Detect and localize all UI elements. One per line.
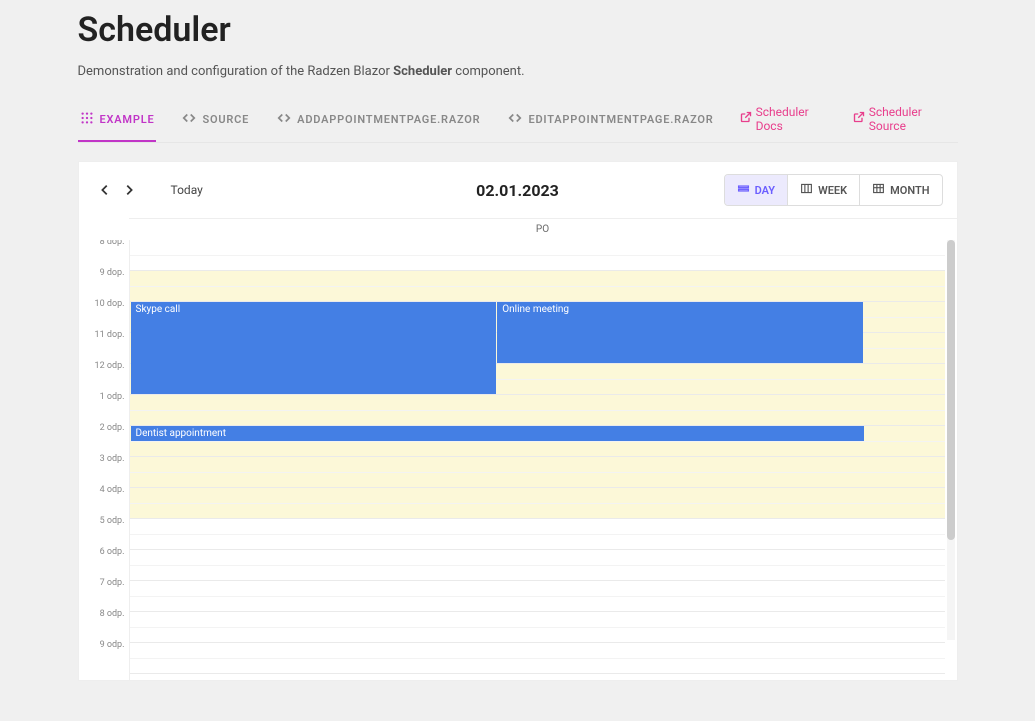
time-slot[interactable] xyxy=(130,519,945,535)
time-label: 6 odp. xyxy=(79,547,125,557)
code-icon xyxy=(182,111,196,128)
external-link-icon xyxy=(853,111,865,126)
tab-addappointmentpage[interactable]: ADDAPPOINTMENTPAGE.RAZOR xyxy=(275,101,482,142)
time-label: 9 odp. xyxy=(79,640,125,650)
grid-body[interactable]: Skype callOnline meeting Dentist appointm… xyxy=(129,240,945,680)
time-label: 3 odp. xyxy=(79,454,125,464)
time-label: 10 dop. xyxy=(79,299,125,309)
day-header: PO xyxy=(129,218,957,240)
time-slot[interactable] xyxy=(130,442,945,458)
today-button[interactable]: Today xyxy=(171,183,203,197)
time-slot[interactable] xyxy=(130,628,945,644)
tab-editappointmentpage[interactable]: EDITAPPOINTMENTPAGE.RAZOR xyxy=(506,101,715,142)
time-label: 12 odp. xyxy=(79,361,125,371)
time-slot[interactable] xyxy=(130,659,945,675)
appointment[interactable]: Dentist appointment xyxy=(131,426,865,441)
tab-source[interactable]: SOURCE xyxy=(180,101,251,142)
page-subtitle: Demonstration and configuration of the R… xyxy=(78,64,958,79)
appointment[interactable]: Online meeting xyxy=(497,302,863,363)
time-slot[interactable] xyxy=(130,504,945,520)
external-link-icon xyxy=(740,111,752,126)
scrollbar[interactable] xyxy=(947,240,955,640)
time-label: 2 odp. xyxy=(79,423,125,433)
scheduler-toolbar: Today 02.01.2023 DAY WEEK xyxy=(79,162,957,218)
view-month-button[interactable]: MONTH xyxy=(859,175,941,205)
view-day-button[interactable]: DAY xyxy=(725,175,788,205)
time-label: 5 odp. xyxy=(79,516,125,526)
time-slot[interactable] xyxy=(130,271,945,287)
time-label: 4 odp. xyxy=(79,485,125,495)
time-slot[interactable] xyxy=(130,643,945,659)
time-slot[interactable] xyxy=(130,488,945,504)
time-slot[interactable] xyxy=(130,411,945,427)
view-week-button[interactable]: WEEK xyxy=(787,175,859,205)
tab-bar: EXAMPLE SOURCE ADDAPPOINTMENTPAGE.RAZOR … xyxy=(78,101,958,143)
time-slot[interactable] xyxy=(130,240,945,256)
time-label: 11 dop. xyxy=(79,330,125,340)
time-label: 7 odp. xyxy=(79,578,125,588)
scheduler-card: Today 02.01.2023 DAY WEEK xyxy=(78,161,958,681)
current-date: 02.01.2023 xyxy=(476,181,559,200)
time-label: 8 dop. xyxy=(79,240,125,247)
time-slot[interactable] xyxy=(130,457,945,473)
time-label: 8 odp. xyxy=(79,609,125,619)
time-slot[interactable] xyxy=(130,256,945,272)
code-icon xyxy=(277,111,291,128)
scheduler-source-link[interactable]: Scheduler Source xyxy=(853,105,958,139)
scrollbar-thumb[interactable] xyxy=(947,240,955,540)
time-label: 9 dop. xyxy=(79,268,125,278)
prev-button[interactable] xyxy=(93,178,117,202)
tab-example[interactable]: EXAMPLE xyxy=(78,101,157,142)
time-slot[interactable] xyxy=(130,581,945,597)
next-button[interactable] xyxy=(117,178,141,202)
appointment[interactable]: Skype call xyxy=(131,302,497,394)
time-slot[interactable] xyxy=(130,566,945,582)
time-label: 1 odp. xyxy=(79,392,125,402)
time-slot[interactable] xyxy=(130,597,945,613)
day-view-icon xyxy=(737,182,750,198)
month-view-icon xyxy=(872,182,885,198)
page-title: Scheduler xyxy=(78,10,958,50)
grid-dots-icon xyxy=(80,111,94,128)
time-slot[interactable] xyxy=(130,395,945,411)
time-column: 8 dop. 9 dop. 10 dop. 11 dop. 12 odp. 1 odp. 2… xyxy=(79,240,129,680)
time-slot[interactable] xyxy=(130,535,945,551)
week-view-icon xyxy=(800,182,813,198)
schedule-grid[interactable]: 8 dop. 9 dop. 10 dop. 11 dop. 12 odp. 1 odp. 2… xyxy=(79,240,957,680)
time-slot[interactable] xyxy=(130,612,945,628)
time-slot[interactable] xyxy=(130,287,945,303)
scheduler-docs-link[interactable]: Scheduler Docs xyxy=(740,105,835,139)
code-icon xyxy=(508,111,522,128)
time-slot[interactable] xyxy=(130,550,945,566)
view-switch: DAY WEEK MONTH xyxy=(724,174,943,206)
time-slot[interactable] xyxy=(130,473,945,489)
